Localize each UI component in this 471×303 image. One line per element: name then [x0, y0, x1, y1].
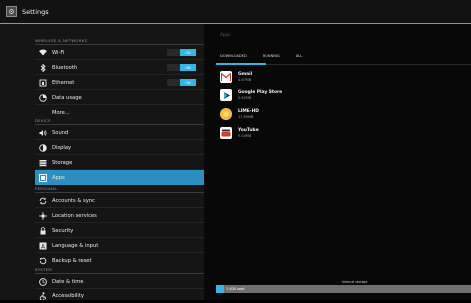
wifi-toggle[interactable]: ON — [167, 49, 196, 56]
lock-icon — [38, 226, 47, 235]
sidebar-item-label: Wi-Fi — [52, 49, 65, 56]
tab-running[interactable]: RUNNING — [259, 53, 280, 61]
app-size: 9.04MB — [238, 134, 252, 138]
sidebar-item-storage[interactable]: Storage — [35, 155, 204, 170]
sidebar-item-display[interactable]: Display — [35, 140, 204, 155]
lime-hd-icon — [220, 108, 232, 120]
sidebar-item-date-time[interactable]: Date & time — [35, 274, 204, 289]
sidebar-item-label: Apps — [52, 174, 65, 181]
sidebar-item-apps[interactable]: Apps — [35, 170, 204, 185]
title-bar: ⚙ Settings — [0, 0, 471, 24]
window-title: Settings — [22, 7, 49, 16]
sidebar-item-label: Language & input — [52, 242, 99, 249]
sidebar-item-label: Security — [52, 227, 74, 234]
sidebar-item-label: Accounts & sync — [52, 197, 95, 204]
app-name: YouTube — [238, 128, 259, 133]
storage-label: Internal storage — [342, 280, 368, 284]
data-usage-icon — [38, 93, 47, 102]
section-header-system: SYSTEM — [35, 267, 52, 272]
youtube-icon — [220, 127, 232, 139]
sidebar-item-language[interactable]: A Language & input — [35, 238, 204, 253]
app-name: Gmail — [238, 72, 253, 77]
sidebar-item-label: Display — [52, 144, 72, 151]
sidebar-item-label: Backup & reset — [52, 257, 92, 264]
sidebar-item-label: Location services — [52, 212, 97, 219]
bluetooth-icon — [38, 63, 47, 72]
sync-icon — [38, 196, 47, 205]
bluetooth-toggle[interactable]: ON — [167, 64, 196, 71]
apps-panel: Apps DOWNLOADED RUNNING ALL Gmail 4.67MB… — [204, 24, 471, 300]
sidebar-item-data-usage[interactable]: Data usage — [35, 90, 204, 105]
settings-sidebar: WIRELESS & NETWORKS Wi-Fi ON Bluetooth O… — [0, 24, 204, 300]
page-title: Apps — [220, 32, 231, 37]
app-name: LIME-HD — [238, 109, 259, 114]
sidebar-item-label: Bluetooth — [52, 64, 78, 71]
sidebar-item-label: Ethernet — [52, 79, 75, 86]
sidebar-item-label: Date & time — [52, 278, 84, 285]
section-header-personal: PERSONAL — [35, 186, 58, 191]
clock-icon — [38, 277, 47, 286]
sidebar-item-label: More... — [52, 109, 70, 116]
section-header-wireless: WIRELESS & NETWORKS — [35, 38, 88, 43]
apps-icon — [38, 173, 47, 182]
play-store-icon — [220, 89, 232, 101]
app-size: 4.67MB — [238, 78, 252, 82]
app-name: Google Play Store — [238, 90, 283, 95]
accessibility-icon — [38, 291, 47, 300]
sidebar-item-sound[interactable]: Sound — [35, 125, 204, 140]
tab-downloaded[interactable]: DOWNLOADED — [216, 53, 247, 61]
display-icon — [38, 143, 47, 152]
sidebar-item-label: Sound — [52, 129, 69, 136]
storage-bar — [216, 285, 471, 293]
storage-icon — [38, 158, 47, 167]
sidebar-item-ethernet[interactable]: Ethernet ON — [35, 75, 204, 90]
tab-all[interactable]: ALL — [292, 53, 302, 61]
wifi-icon — [38, 48, 47, 57]
app-list-item[interactable]: YouTube 9.04MB — [220, 125, 460, 141]
storage-used-label: 1.4GB used — [226, 287, 245, 291]
location-icon — [38, 211, 47, 220]
app-list-item[interactable]: Gmail 4.67MB — [220, 69, 460, 85]
app-size: 17.89MB — [238, 115, 254, 119]
sidebar-item-more[interactable]: More... — [35, 105, 204, 120]
sidebar-item-label: Storage — [52, 159, 73, 166]
sidebar-item-label: Data usage — [52, 94, 82, 101]
sidebar-item-accessibility[interactable]: Accessibility — [35, 288, 204, 303]
sidebar-item-label: Accessibility — [52, 292, 84, 299]
backup-icon — [38, 256, 47, 265]
sidebar-item-location[interactable]: Location services — [35, 208, 204, 223]
sidebar-item-backup[interactable]: Backup & reset — [35, 253, 204, 268]
sidebar-item-wifi[interactable]: Wi-Fi ON — [35, 45, 204, 60]
sidebar-item-accounts[interactable]: Accounts & sync — [35, 193, 204, 208]
storage-usage: Internal storage 1.4GB used — [216, 280, 471, 294]
apps-tabs: DOWNLOADED RUNNING ALL — [216, 53, 471, 61]
tab-selected-indicator — [216, 63, 266, 65]
sound-icon — [38, 128, 47, 137]
app-list-item[interactable]: LIME-HD 17.89MB — [220, 106, 460, 122]
storage-used-fill — [216, 285, 224, 293]
settings-app-icon: ⚙ — [6, 6, 17, 17]
ethernet-icon — [38, 78, 47, 87]
sidebar-item-security[interactable]: Security — [35, 223, 204, 238]
language-icon: A — [38, 241, 47, 250]
section-header-device: DEVICE — [35, 118, 51, 123]
app-size: 5.62MB — [238, 96, 252, 100]
sidebar-item-bluetooth[interactable]: Bluetooth ON — [35, 60, 204, 75]
gmail-icon — [220, 71, 232, 83]
app-list-item[interactable]: Google Play Store 5.62MB — [220, 87, 460, 103]
ethernet-toggle[interactable]: ON — [167, 79, 196, 86]
